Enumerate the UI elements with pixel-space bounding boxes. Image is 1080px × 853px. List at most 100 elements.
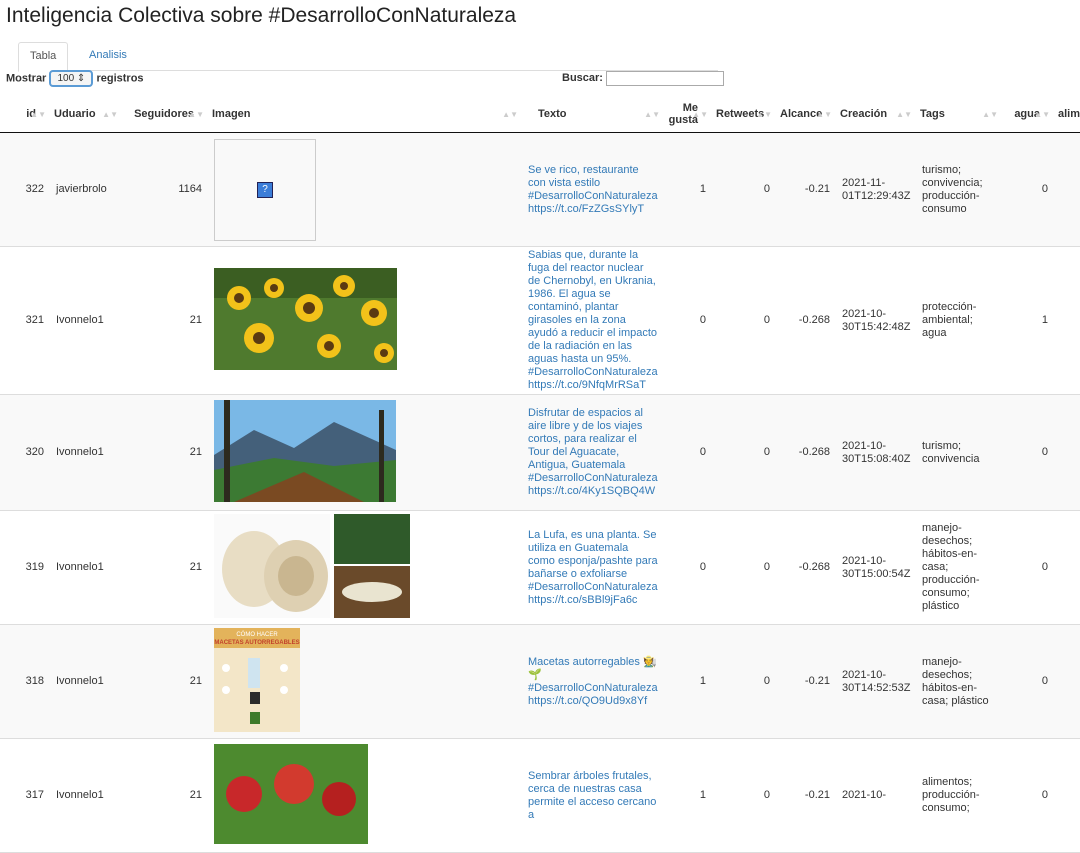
infographic-title: CÓMO HACER	[236, 631, 278, 638]
cell-tags: turismo; convivencia; producción-consumo	[916, 132, 1002, 247]
cell-id: 322	[0, 132, 50, 247]
cell-likes: 1	[664, 624, 712, 739]
cell-created: 2021-10-	[836, 738, 916, 853]
search-control: Buscar:	[562, 70, 725, 86]
cell-created: 2021-10-30T15:08:40Z	[836, 394, 916, 511]
cell-followers: 21	[122, 394, 208, 511]
tweets-table: id ▲▼ Uduario ▲▼ Seguidores ▲▼ Imagen ▲▼ Tex…	[0, 96, 1080, 853]
table-header: id ▲▼ Uduario ▲▼ Seguidores ▲▼ Imagen ▲▼ Tex…	[0, 96, 1080, 133]
cell-image	[208, 738, 522, 853]
page-length-select[interactable]: 100 ⇕	[49, 70, 94, 87]
cell-user: Ivonnelo1	[50, 624, 122, 739]
tab-tabla[interactable]: Tabla	[18, 42, 69, 72]
cell-reach: -0.21	[776, 132, 836, 247]
cell-agua: 1	[1002, 246, 1054, 395]
cell-agua: 0	[1002, 510, 1054, 625]
col-retweets[interactable]: Retweets ▲▼	[712, 96, 776, 133]
cell-reach: -0.268	[776, 394, 836, 511]
cell-id: 320	[0, 394, 50, 511]
infographic-image: CÓMO HACER MACETAS AUTORREGABLES	[214, 627, 300, 732]
cell-retweets: 0	[712, 132, 776, 247]
cell-tags: manejo-desechos; hábitos-en-casa; produc…	[916, 510, 1002, 625]
table-controls: Mostrar 100 ⇕ registros Buscar:	[6, 70, 726, 90]
cell-reach: -0.21	[776, 624, 836, 739]
cell-text[interactable]: Se ve rico, restaurante con vista estilo…	[522, 132, 664, 247]
cell-image	[208, 510, 522, 625]
cell-retweets: 0	[712, 246, 776, 395]
cell-retweets: 0	[712, 394, 776, 511]
cell-tags: alimentos; producción-consumo;	[916, 738, 1002, 853]
table-row[interactable]: 320 Ivonnelo1 21 Disfrutar de espacios a…	[0, 394, 1080, 511]
cell-followers: 21	[122, 624, 208, 739]
cell-tags: protección-ambiental; agua	[916, 246, 1002, 395]
table-row[interactable]: 319 Ivonnelo1 21 La Lufa, es una planta.…	[0, 510, 1080, 625]
table-row[interactable]: 318 Ivonnelo1 21 CÓMO HACER MACETAS AUTO…	[0, 624, 1080, 739]
cell-reach: -0.268	[776, 246, 836, 395]
cell-user: Ivonnelo1	[50, 246, 122, 395]
table-row[interactable]: 321 Ivonnelo1 21 Sabias que, durante la …	[0, 246, 1080, 395]
cell-agua: 0	[1002, 132, 1054, 247]
cell-created: 2021-10-30T15:00:54Z	[836, 510, 916, 625]
cell-likes: 0	[664, 394, 712, 511]
col-agua[interactable]: agua ▲▼	[1002, 96, 1054, 133]
tab-analisis[interactable]: Analisis	[78, 42, 138, 69]
landscape-image	[214, 399, 396, 502]
cell-followers: 21	[122, 246, 208, 395]
cell-retweets: 0	[712, 624, 776, 739]
cell-followers: 21	[122, 510, 208, 625]
col-id[interactable]: id ▲▼	[0, 96, 50, 133]
cell-user: Ivonnelo1	[50, 510, 122, 625]
loofah-image	[214, 513, 410, 618]
cell-agua: 0	[1002, 738, 1054, 853]
col-alim[interactable]: alim	[1054, 96, 1080, 133]
search-input[interactable]	[606, 70, 725, 86]
records-label: registros	[96, 72, 144, 85]
cell-text[interactable]: Disfrutar de espacios al aire libre y de…	[522, 394, 664, 511]
cell-text[interactable]: Macetas autorregables 🧑‍🌾🌱 #DesarrolloCo…	[522, 624, 664, 739]
apples-image	[214, 743, 368, 844]
cell-agua: 0	[1002, 624, 1054, 739]
cell-followers: 1164	[122, 132, 208, 247]
col-tags[interactable]: Tags ▲▼	[916, 96, 1002, 133]
cell-followers: 21	[122, 738, 208, 853]
col-text[interactable]: Texto ▲▼	[522, 96, 664, 133]
cell-text[interactable]: Sabias que, durante la fuga del reactor …	[522, 246, 664, 395]
cell-user: javierbrolo	[50, 132, 122, 247]
col-image[interactable]: Imagen ▲▼	[208, 96, 522, 133]
table-row[interactable]: 317 Ivonnelo1 21 Sembrar árboles frutale…	[0, 738, 1080, 853]
search-label: Buscar:	[562, 72, 603, 84]
col-likes[interactable]: Me gusta ▲▼	[664, 96, 712, 133]
cell-image	[208, 394, 522, 511]
sunflowers-image	[214, 267, 397, 370]
cell-id: 317	[0, 738, 50, 853]
cell-id: 319	[0, 510, 50, 625]
page-title: Inteligencia Colectiva sobre #Desarrollo…	[6, 4, 517, 27]
cell-image	[208, 246, 522, 395]
cell-likes: 0	[664, 246, 712, 395]
cell-tags: turismo; convivencia	[916, 394, 1002, 511]
cell-agua: 0	[1002, 394, 1054, 511]
col-reach[interactable]: Alcance ▲▼	[776, 96, 836, 133]
cell-id: 321	[0, 246, 50, 395]
cell-reach: -0.268	[776, 510, 836, 625]
col-user[interactable]: Uduario ▲▼	[50, 96, 122, 133]
cell-image: ?	[208, 132, 522, 247]
cell-likes: 0	[664, 510, 712, 625]
table-row[interactable]: 322 javierbrolo 1164 ? Se ve rico, resta…	[0, 132, 1080, 247]
infographic-subtitle: MACETAS AUTORREGABLES	[214, 640, 299, 646]
show-label: Mostrar	[6, 72, 47, 85]
tab-bar: Tabla Analisis	[18, 42, 718, 72]
cell-likes: 1	[664, 738, 712, 853]
page-length-control: Mostrar 100 ⇕ registros	[6, 70, 144, 87]
cell-text[interactable]: Sembrar árboles frutales, cerca de nuest…	[522, 738, 664, 853]
cell-user: Ivonnelo1	[50, 738, 122, 853]
cell-tags: manejo-desechos; hábitos-en-casa; plásti…	[916, 624, 1002, 739]
cell-reach: -0.21	[776, 738, 836, 853]
col-followers[interactable]: Seguidores ▲▼	[122, 96, 208, 133]
col-created[interactable]: Creación ▲▼	[836, 96, 916, 133]
cell-likes: 1	[664, 132, 712, 247]
cell-created: 2021-11-01T12:29:43Z	[836, 132, 916, 247]
broken-image-icon: ?	[214, 138, 316, 241]
cell-user: Ivonnelo1	[50, 394, 122, 511]
cell-text[interactable]: La Lufa, es una planta. Se utiliza en Gu…	[522, 510, 664, 625]
